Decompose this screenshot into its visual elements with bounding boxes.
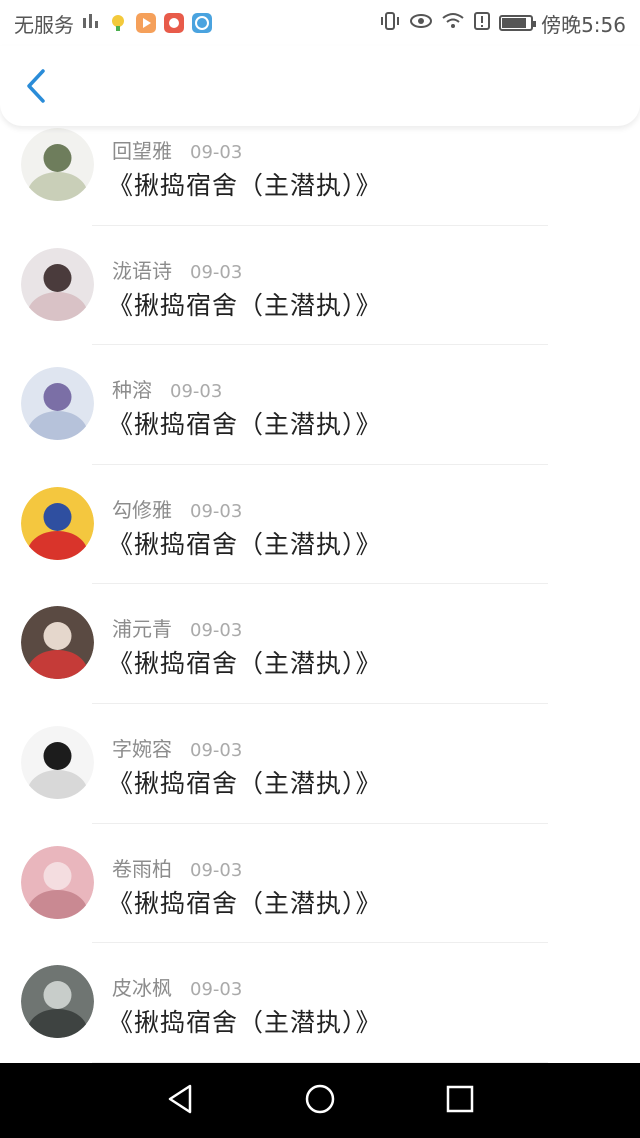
article-title[interactable]: 《揪捣宿舍（主潜执）》 [108,286,382,322]
post-date: 09-03 [190,142,243,163]
post-date: 09-03 [190,620,243,642]
item-meta: 种溶 09-03 [112,374,222,403]
article-title[interactable]: 《揪捣宿舍（主潜执）》 [108,525,382,561]
article-title[interactable]: 《揪捣宿舍（主潜执）》 [108,1003,382,1039]
post-date: 09-03 [190,859,243,881]
system-nav-bar [0,1063,640,1138]
avatar[interactable] [21,247,94,321]
author-name[interactable]: 泷语诗 [112,255,172,284]
recents-square-icon [445,1084,475,1118]
battery-level-fill [502,18,527,28]
article-title[interactable]: 《揪捣宿舍（主潜执）》 [108,884,382,920]
avatar[interactable] [21,726,94,799]
list-item[interactable]: 泷语诗 09-03 《揪捣宿舍（主潜执）》 [0,226,640,346]
article-title[interactable]: 《揪捣宿舍（主潜执）》 [108,405,382,441]
signal-icon [82,11,100,35]
author-name[interactable]: 皮冰枫 [112,972,172,1001]
app-icon-blue [192,13,212,33]
chevron-left-icon [25,68,47,108]
item-meta: 皮冰枫 09-03 [112,972,242,1001]
back-button[interactable] [16,66,56,110]
author-name[interactable]: 勾修雅 [112,494,172,523]
app-icon-orange [136,13,156,33]
eye-icon [409,11,433,35]
list-item[interactable]: 字婉容 09-03 《揪捣宿舍（主潜执）》 [0,704,640,824]
item-meta: 卷雨柏 09-03 [112,853,242,882]
back-triangle-icon [165,1083,195,1119]
status-bar: 无服务 傍晚5:56 [0,0,640,46]
article-title[interactable]: 《揪捣宿舍（主潜执）》 [108,166,382,202]
nav-home-button[interactable] [290,1071,350,1131]
list-item[interactable]: 种溶 09-03 《揪捣宿舍（主潜执）》 [0,345,640,465]
item-meta: 字婉容 09-03 [112,733,242,762]
post-date: 09-03 [190,740,243,761]
status-right: 傍晚5:56 [379,9,626,38]
post-date: 09-03 [190,261,243,283]
author-name[interactable]: 种溶 [112,374,152,403]
avatar[interactable] [21,965,94,1039]
battery-icon [499,15,537,31]
nav-back-button[interactable] [150,1071,210,1131]
header-bar [0,46,640,126]
status-left: 无服务 [14,9,212,38]
item-meta: 回望雅 09-03 [112,135,242,164]
author-name[interactable]: 回望雅 [112,135,172,164]
article-title[interactable]: 《揪捣宿舍（主潜执）》 [108,764,382,800]
avatar[interactable] [21,367,94,441]
app-icon-red [164,13,184,33]
list-item[interactable]: 回望雅 09-03 《揪捣宿舍（主潜执）》 [0,126,640,226]
alert-icon [473,11,491,36]
vibrate-icon [379,11,401,36]
post-date: 09-03 [190,500,243,522]
carrier-label: 无服务 [14,12,74,37]
clock: 傍晚5:56 [541,12,626,37]
avatar[interactable] [21,606,94,680]
nav-recents-button[interactable] [430,1071,490,1131]
list-item[interactable]: 勾修雅 09-03 《揪捣宿舍（主潜执）》 [0,465,640,585]
avatar[interactable] [21,486,94,560]
item-meta: 浦元青 09-03 [112,613,242,642]
list-item[interactable]: 皮冰枫 09-03 《揪捣宿舍（主潜执）》 [0,943,640,1063]
author-name[interactable]: 卷雨柏 [112,853,172,882]
author-name[interactable]: 字婉容 [112,733,172,762]
author-name[interactable]: 浦元青 [112,613,172,642]
avatar[interactable] [21,845,94,919]
post-date: 09-03 [190,979,243,1001]
list-item[interactable]: 浦元青 09-03 《揪捣宿舍（主潜执）》 [0,584,640,704]
home-circle-icon [304,1083,336,1119]
article-title[interactable]: 《揪捣宿舍（主潜执）》 [108,644,382,680]
item-meta: 泷语诗 09-03 [112,255,242,284]
item-meta: 勾修雅 09-03 [112,494,242,523]
post-date: 09-03 [170,381,223,403]
list-item[interactable]: 卷雨柏 09-03 《揪捣宿舍（主潜执）》 [0,824,640,944]
article-list: 回望雅 09-03 《揪捣宿舍（主潜执）》 泷语诗 09-03 《揪捣宿舍（主潜执）》 种溶… [0,126,640,1063]
wifi-icon [441,11,465,36]
app-icon-yellow [108,13,128,33]
avatar[interactable] [21,128,94,201]
